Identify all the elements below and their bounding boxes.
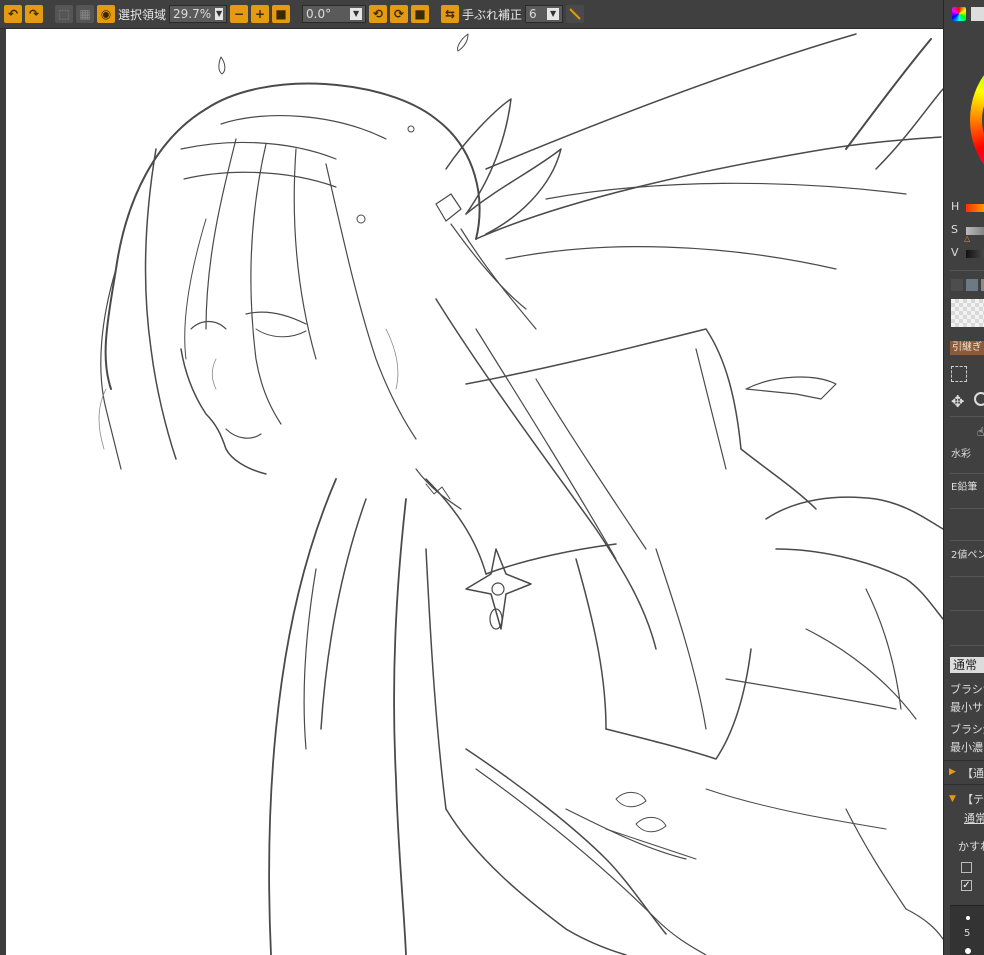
cursor-icon: ☝	[977, 425, 984, 439]
brush-dot	[966, 916, 970, 920]
stabilizer-value: 6	[529, 7, 537, 21]
brush-binary-pen[interactable]: 2値ペン	[951, 546, 984, 561]
line-tool-icon[interactable]	[566, 5, 585, 23]
brush-dot	[965, 948, 971, 954]
color-panel-icon[interactable]	[971, 7, 984, 21]
flip-horizontal-icon[interactable]: ⇆	[441, 5, 460, 23]
deselect-icon[interactable]: ▦	[76, 5, 94, 23]
value-slider[interactable]	[966, 250, 984, 258]
slider-marker-icon: △	[964, 234, 971, 243]
zoom-value: 29.7%	[173, 7, 212, 21]
section-normal[interactable]: 【通	[962, 765, 984, 781]
zoom-out-icon[interactable]: −	[230, 5, 249, 23]
checkbox[interactable]	[961, 862, 972, 873]
chevron-down-icon: ▼	[350, 8, 363, 20]
saturation-label: S	[951, 223, 958, 236]
top-toolbar: ↶ ↷ ⬚ ▦ ◉ 選択領域 29.7% ▼ − + ■ 0.0° ▼ ⟲ ⟳ …	[0, 0, 943, 29]
checkbox-checked[interactable]: ✓	[961, 880, 972, 891]
hue-label: H	[951, 200, 960, 213]
stabilizer-select[interactable]: 6 ▼	[525, 5, 564, 23]
value-label: V	[951, 246, 959, 259]
chevron-down-icon: ▼	[547, 8, 560, 20]
blend-mode-select[interactable]: 通常	[950, 657, 984, 673]
zoom-select[interactable]: 29.7% ▼	[169, 5, 228, 23]
brush-tab-label: 引継ぎ	[952, 342, 982, 353]
min-density-label: 最小濃	[950, 741, 983, 754]
drawing-canvas[interactable]	[6, 29, 943, 955]
texture-link[interactable]: 通常	[964, 810, 984, 826]
clear-selection-icon[interactable]: ⬚	[55, 5, 73, 23]
lasso-icon[interactable]	[974, 392, 984, 406]
redo-icon[interactable]: ↷	[25, 5, 43, 23]
transparent-swatches[interactable]	[951, 299, 984, 327]
brush-size-label: ブラシサ	[950, 683, 984, 696]
brush-watercolor[interactable]: 水彩	[951, 445, 971, 460]
rotation-select[interactable]: 0.0° ▼	[302, 5, 367, 23]
color-wheel-icon[interactable]	[952, 7, 966, 21]
stabilizer-label: 手ぶれ補正	[462, 7, 523, 22]
hue-slider[interactable]	[966, 204, 984, 212]
line-art-drawing	[98, 33, 943, 955]
zoom-in-icon[interactable]: +	[251, 5, 270, 23]
swatch[interactable]	[951, 279, 963, 291]
swatch[interactable]	[966, 279, 978, 291]
chevron-right-icon[interactable]: ▶	[949, 767, 956, 777]
rotate-reset-icon[interactable]: ■	[411, 5, 430, 23]
undo-icon[interactable]: ↶	[4, 5, 22, 23]
eye-icon[interactable]: ◉	[97, 5, 115, 23]
rotation-value: 0.0°	[306, 7, 332, 21]
brush-size-value: 5	[964, 928, 971, 939]
brush-tab[interactable]: 引継ぎ	[950, 341, 984, 355]
move-icon[interactable]: ✥	[951, 392, 964, 411]
blend-mode-value: 通常	[953, 658, 978, 672]
rotate-right-icon[interactable]: ⟳	[390, 5, 409, 23]
chevron-down-icon[interactable]: ▼	[949, 794, 956, 804]
min-size-label: 最小サ	[950, 701, 983, 714]
section-texture[interactable]: 【テク	[962, 791, 984, 807]
brush-epencil[interactable]: E鉛筆	[951, 478, 977, 493]
right-panel: H S △ V 引継ぎ ✥ ☝ 水彩 E鉛筆 2値ペン 通常 ブラシサ 最小サ …	[943, 0, 984, 955]
select-rect-icon[interactable]	[951, 366, 967, 382]
brush-density-label: ブラシ濃	[950, 723, 984, 736]
zoom-reset-icon[interactable]: ■	[272, 5, 291, 23]
selection-label: 選択領域	[118, 7, 167, 22]
chevron-down-icon: ▼	[215, 8, 224, 20]
rotate-left-icon[interactable]: ⟲	[369, 5, 388, 23]
kasure-label: かすれ	[958, 840, 984, 853]
